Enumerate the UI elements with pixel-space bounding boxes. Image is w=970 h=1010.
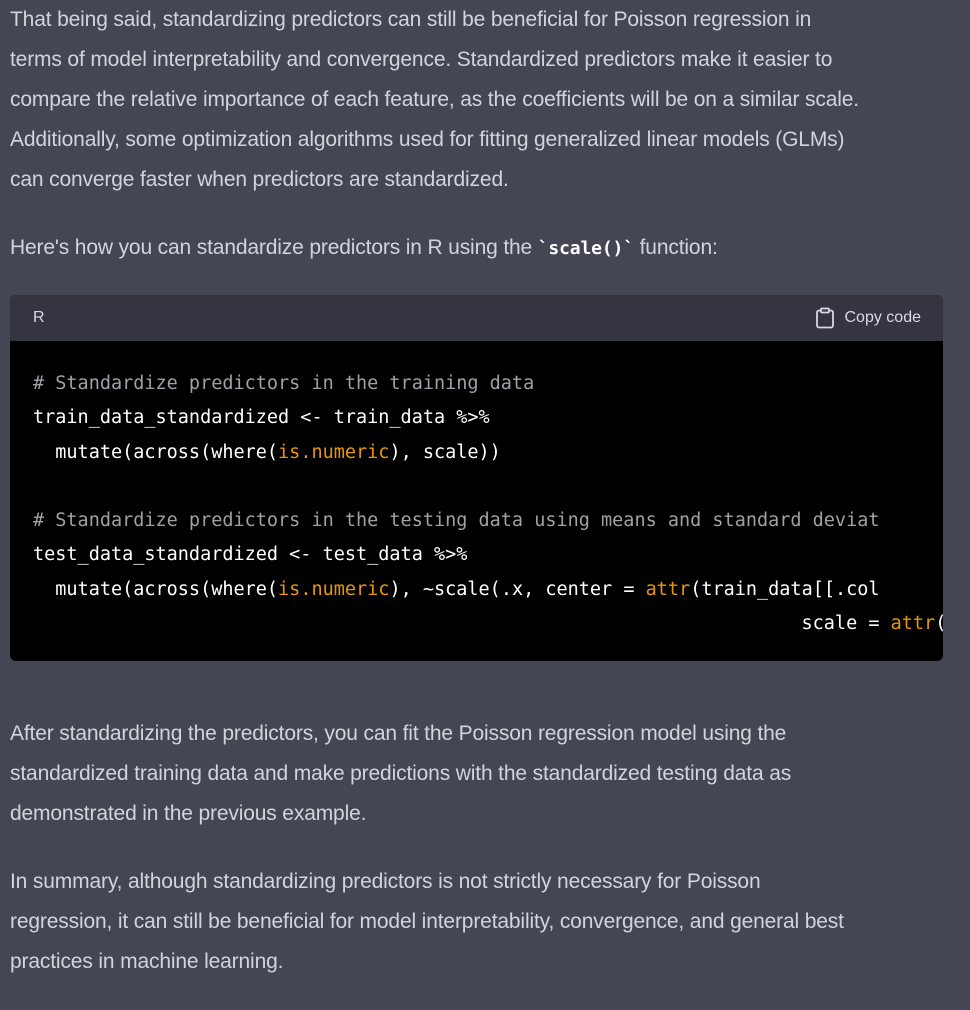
paragraph-line: After standardizing the predictors, you … bbox=[10, 722, 787, 745]
code-token-plain: test_data_standardized <- test_data %>% bbox=[33, 544, 468, 566]
code-token-plain: (train_data[[.col bbox=[690, 578, 880, 600]
copy-code-label: Copy code bbox=[844, 309, 922, 326]
code-token-plain: mutate(across(where( bbox=[33, 441, 279, 463]
howto-text-after: function: bbox=[633, 236, 718, 259]
paragraph-summary: In summary, although standardizing predi… bbox=[10, 862, 950, 982]
code-token-comment: # Standardize predictors in the training… bbox=[33, 373, 535, 394]
code-token-plain: ), scale)) bbox=[389, 441, 501, 463]
paragraph-line: In summary, although standardizing predi… bbox=[10, 870, 761, 893]
code-body: # Standardize predictors in the training… bbox=[10, 341, 943, 641]
paragraph-line: That being said, standardizing predictor… bbox=[10, 8, 812, 31]
paragraph-line: standardized training data and make pred… bbox=[10, 762, 792, 785]
code-block: R Copy code # Standardize predictors in … bbox=[10, 295, 943, 661]
paragraph-line: demonstrated in the previous example. bbox=[10, 802, 367, 825]
code-line: train_data_standardized <- train_data %>… bbox=[33, 401, 943, 435]
paragraph-line: can converge faster when predictors are … bbox=[10, 168, 509, 191]
code-token-comment: # Standardize predictors in the testing … bbox=[33, 510, 880, 532]
code-line: scale = attr(train_data[[.col]], " bbox=[33, 607, 943, 641]
code-token-plain: (train_data[[.col]], bbox=[935, 613, 943, 634]
code-line: mutate(across(where(is.numeric), ~scale(… bbox=[33, 573, 943, 607]
paragraph-line: compare the relative importance of each … bbox=[10, 88, 859, 111]
paragraph-howto: Here's how you can standardize predictor… bbox=[10, 228, 950, 269]
inline-code: `scale()` bbox=[537, 238, 634, 259]
code-token-builtin: attr bbox=[645, 578, 691, 600]
code-language-label: R bbox=[33, 309, 45, 326]
code-block-header: R Copy code bbox=[10, 295, 943, 341]
code-line: # Standardize predictors in the testing … bbox=[33, 504, 943, 538]
paragraph-intro: That being said, standardizing predictor… bbox=[10, 0, 950, 200]
paragraph-line: Additionally, some optimization algorith… bbox=[10, 128, 845, 151]
code-token-builtin: is.numeric bbox=[278, 441, 390, 463]
howto-text-before: Here's how you can standardize predictor… bbox=[10, 236, 538, 259]
code-line: mutate(across(where(is.numeric), scale)) bbox=[33, 436, 943, 470]
code-token-builtin: is.numeric bbox=[278, 578, 390, 600]
code-line: test_data_standardized <- test_data %>% bbox=[33, 538, 943, 572]
code-line: # Standardize predictors in the training… bbox=[33, 367, 943, 401]
code-token-plain: scale = bbox=[33, 613, 891, 635]
paragraph-line: practices in machine learning. bbox=[10, 950, 284, 973]
code-token-builtin: attr bbox=[890, 613, 936, 635]
code-token-plain: mutate(across(where( bbox=[33, 578, 279, 600]
paragraph-after-standardizing: After standardizing the predictors, you … bbox=[10, 714, 950, 834]
copy-code-button[interactable]: Copy code bbox=[815, 307, 922, 329]
paragraph-line: terms of model interpretability and conv… bbox=[10, 48, 833, 71]
code-token-plain: ), ~scale(.x, center = bbox=[389, 578, 646, 600]
code-token-plain: train_data_standardized <- train_data %>… bbox=[33, 407, 490, 429]
paragraph-line: regression, it can still be beneficial f… bbox=[10, 910, 844, 933]
clipboard-icon bbox=[815, 307, 835, 329]
